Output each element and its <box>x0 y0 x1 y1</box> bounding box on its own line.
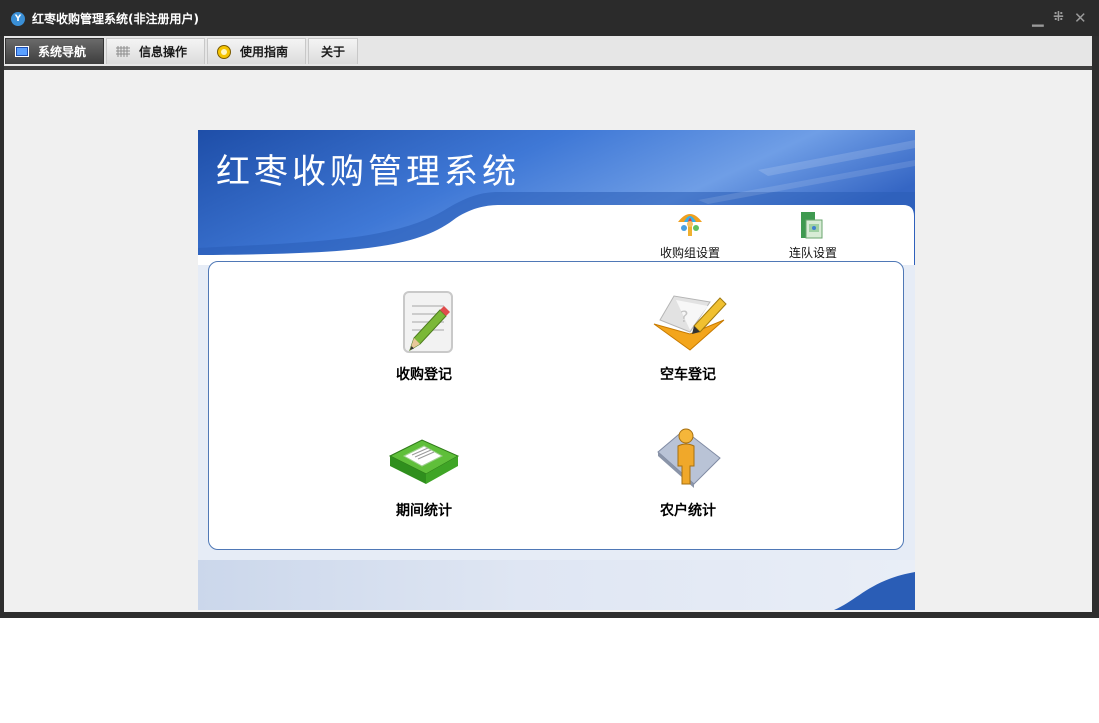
tab-label: 关于 <box>321 45 346 59</box>
book-settings-icon <box>801 212 823 239</box>
restore-button[interactable]: ⁜ <box>1053 9 1064 27</box>
period-statistics-label: 期间统计 <box>396 503 452 519</box>
svg-text:?: ? <box>680 307 689 326</box>
person-icon <box>657 428 721 488</box>
tab-info-operations[interactable]: 信息操作 <box>106 38 205 64</box>
tab-about[interactable]: 关于 <box>308 38 358 64</box>
app-logo-icon: Y <box>11 12 25 26</box>
tab-user-guide[interactable]: 使用指南 <box>207 38 306 64</box>
help-icon <box>217 45 231 59</box>
umbrella-group-icon <box>678 214 702 236</box>
farmer-statistics-label: 农户统计 <box>660 503 716 519</box>
tab-label: 系统导航 <box>38 45 87 59</box>
minimize-button[interactable]: ▁ <box>1032 9 1044 27</box>
tab-bar: 系统导航 信息操作 使用指南 关于 <box>4 36 1092 66</box>
purchase-registration-button[interactable]: 收购登记 <box>364 290 484 390</box>
title-bar[interactable]: Y 红枣收购管理系统(非注册用户) ▁ ⁜ ✕ <box>0 0 1099 36</box>
empty-truck-registration-label: 空车登记 <box>660 367 716 383</box>
close-button[interactable]: ✕ <box>1074 9 1087 27</box>
farmer-statistics-button[interactable]: 农户统计 <box>628 426 748 526</box>
navigation-panel: 红枣收购管理系统 收购组设置 连队设置 收购登记 ? 空车登记 期间统计 农户统… <box>198 130 915 610</box>
tab-system-navigation[interactable]: 系统导航 <box>5 38 104 64</box>
window-title: 红枣收购管理系统(非注册用户) <box>32 12 199 26</box>
folder-pencil-icon: ? <box>653 295 727 351</box>
tab-label: 使用指南 <box>240 45 289 59</box>
purchase-group-settings-label: 收购组设置 <box>659 246 720 260</box>
grid-icon <box>116 46 130 57</box>
green-book-icon <box>388 439 460 484</box>
purchase-group-settings-button[interactable]: 收购组设置 <box>645 208 735 264</box>
main-menu-box: 收购登记 ? 空车登记 期间统计 农户统计 <box>208 261 904 550</box>
team-settings-button[interactable]: 连队设置 <box>768 208 858 264</box>
empty-truck-registration-button[interactable]: ? 空车登记 <box>628 290 748 390</box>
footer-wave <box>834 572 915 610</box>
team-settings-label: 连队设置 <box>788 246 837 260</box>
monitor-icon <box>15 46 29 57</box>
purchase-registration-label: 收购登记 <box>396 367 452 383</box>
system-title: 红枣收购管理系统 <box>216 152 520 192</box>
tab-label: 信息操作 <box>139 45 188 59</box>
notepad-pencil-icon <box>403 291 453 353</box>
period-statistics-button[interactable]: 期间统计 <box>364 426 484 526</box>
